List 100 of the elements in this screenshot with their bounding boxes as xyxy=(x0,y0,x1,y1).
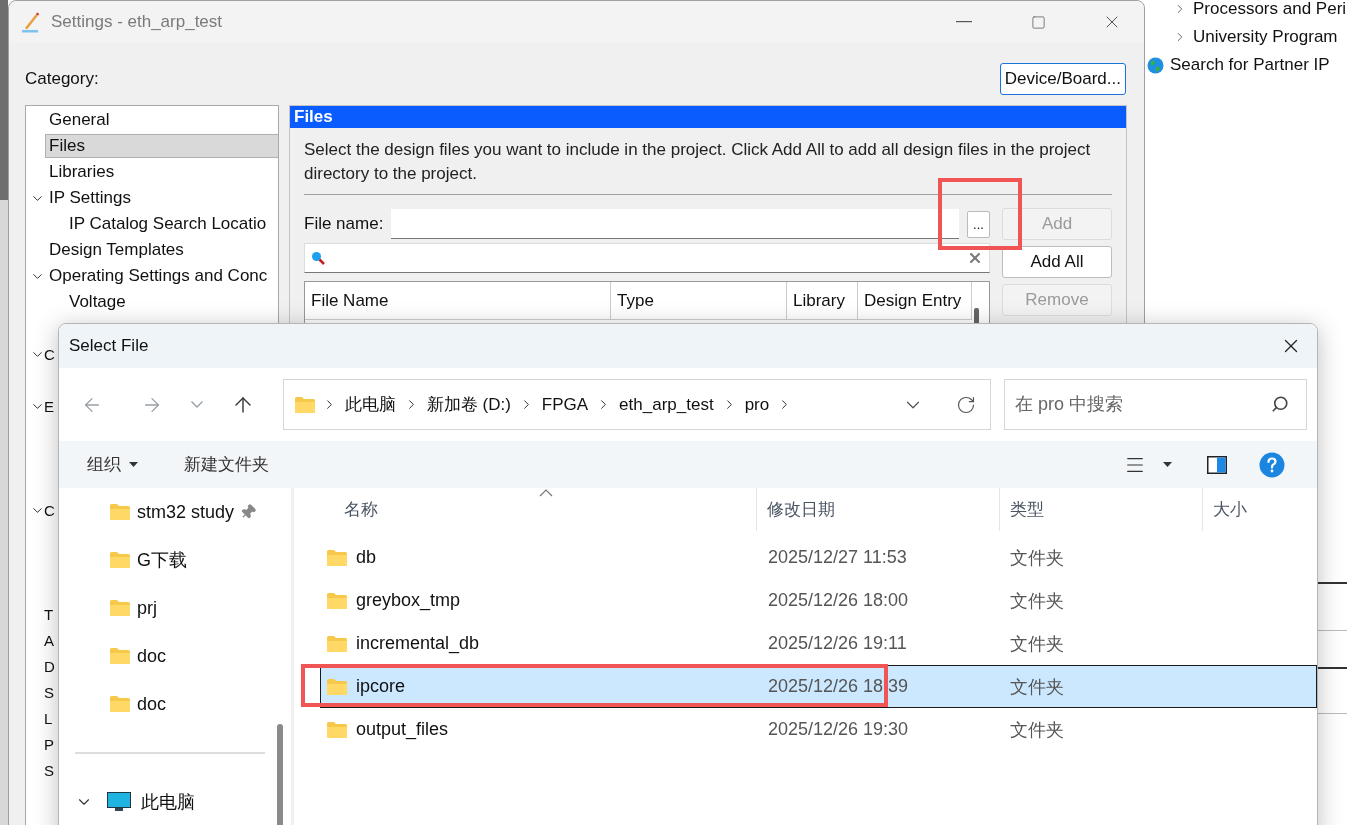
tree-item[interactable]: L xyxy=(44,709,53,727)
file-name: output_files xyxy=(356,719,449,740)
device-board-button[interactable]: Device/Board... xyxy=(999,62,1126,95)
new-folder-button[interactable]: 新建文件夹 xyxy=(176,444,277,485)
file-name: greybox_tmp xyxy=(356,590,461,611)
file-name-label: File name: xyxy=(304,214,384,234)
search-icon xyxy=(311,251,325,265)
breadcrumb-item[interactable]: eth_arp_test xyxy=(617,394,716,415)
column-header[interactable]: Design Entry xyxy=(858,282,972,320)
tree-item[interactable]: P xyxy=(44,735,54,753)
clear-icon[interactable] xyxy=(967,250,983,266)
breadcrumb-item[interactable]: pro xyxy=(742,394,772,415)
tree-item[interactable]: Voltage xyxy=(65,290,278,314)
dialog-title: Select File xyxy=(69,336,150,356)
file-type: 文件夹 xyxy=(1009,632,1065,656)
chevron-icon xyxy=(191,401,204,408)
folder-icon xyxy=(326,548,348,567)
file-name: ipcore xyxy=(356,676,406,697)
folder-icon xyxy=(293,395,316,414)
breadcrumb-item[interactable]: 新加卷 (D:) xyxy=(424,393,513,416)
folder-icon xyxy=(326,591,348,610)
tree-item[interactable]: E xyxy=(44,397,54,415)
window-title: Settings - eth_arp_test xyxy=(51,12,224,32)
folder-icon xyxy=(326,720,348,739)
tree-item[interactable]: S xyxy=(44,683,54,701)
maximize-icon xyxy=(1030,14,1046,30)
file-type: 文件夹 xyxy=(1009,546,1065,570)
file-row[interactable]: output_files 2025/12/26 19:30 文件夹 xyxy=(320,708,1317,751)
tree-item[interactable]: D xyxy=(44,657,55,675)
scrollbar-thumb[interactable] xyxy=(277,724,283,825)
modified-date: 2025/12/26 19:11 xyxy=(767,633,908,654)
modified-date: 2025/12/26 19:30 xyxy=(767,719,910,740)
tree-item[interactable]: C xyxy=(44,345,55,363)
file-type: 文件夹 xyxy=(1009,589,1065,613)
file-row[interactable]: greybox_tmp 2025/12/26 18:00 文件夹 xyxy=(320,579,1317,622)
file-type: 文件夹 xyxy=(1009,718,1065,742)
breadcrumb-item[interactable]: FPGA xyxy=(539,394,591,415)
sort-icon xyxy=(539,489,553,497)
minimize-icon xyxy=(956,21,972,23)
folder-icon xyxy=(109,551,131,569)
folder-icon xyxy=(326,677,348,696)
column-header[interactable]: 名称 xyxy=(320,488,757,531)
file-row[interactable]: incremental_db 2025/12/26 19:11 文件夹 xyxy=(320,622,1317,665)
column-header[interactable]: 修改日期 xyxy=(757,488,1000,531)
folder-icon xyxy=(326,634,348,653)
nav-item[interactable]: doc xyxy=(59,632,291,680)
nav-item[interactable]: 此电脑 xyxy=(59,778,291,825)
tree-item[interactable]: Operating Settings and Conc xyxy=(45,264,278,288)
column-header[interactable]: Library xyxy=(787,282,858,320)
file-row[interactable]: db 2025/12/27 11:53 文件夹 xyxy=(320,536,1317,579)
help-icon xyxy=(1259,451,1285,478)
organize-menu[interactable]: 组织 xyxy=(79,444,146,485)
monitor-icon xyxy=(107,792,131,812)
column-header[interactable]: 类型 xyxy=(1000,488,1203,531)
refresh-icon[interactable] xyxy=(956,394,976,415)
description-text: Select the design files you want to include in the project. Click Add All to add all design files in the project directory to the project. xyxy=(304,138,1112,195)
tree-item[interactable]: General xyxy=(45,108,278,132)
folder-icon xyxy=(109,599,131,617)
add-all-button[interactable]: Add All xyxy=(1002,246,1112,278)
file-name: db xyxy=(356,547,377,568)
nav-item[interactable]: prj xyxy=(59,584,291,632)
file-type: 文件夹 xyxy=(1009,675,1065,699)
breadcrumb-item[interactable]: 此电脑 xyxy=(342,393,398,416)
tree-item[interactable]: A xyxy=(44,631,54,649)
tree-item[interactable]: IP Settings xyxy=(45,186,278,210)
folder-icon xyxy=(109,503,131,521)
ip-catalog-item[interactable]: University Program xyxy=(1193,27,1338,47)
tree-item[interactable]: T xyxy=(44,605,54,623)
category-label: Category: xyxy=(25,68,99,89)
tree-item[interactable]: Libraries xyxy=(45,160,278,184)
caret-icon xyxy=(1162,462,1172,467)
tree-item[interactable]: C xyxy=(44,501,55,519)
folder-icon xyxy=(109,647,131,665)
filter-field[interactable] xyxy=(304,243,990,273)
search-icon xyxy=(1271,395,1289,413)
ip-catalog-item[interactable]: Search for Partner IP xyxy=(1170,55,1330,75)
section-header: Files xyxy=(290,106,1126,128)
tree-item[interactable]: S xyxy=(44,761,54,779)
tree-item[interactable]: IP Catalog Search Locatio xyxy=(65,212,278,236)
file-name-field[interactable] xyxy=(391,209,959,239)
file-name: incremental_db xyxy=(356,633,480,654)
pane-icon xyxy=(1207,455,1227,474)
tree-item[interactable]: Files xyxy=(45,134,278,158)
caret-icon xyxy=(129,462,138,467)
search-field[interactable]: 在 pro 中搜索 xyxy=(1004,379,1307,430)
nav-item[interactable]: doc xyxy=(59,680,291,728)
modified-date: 2025/12/26 18:00 xyxy=(767,590,910,611)
column-header[interactable]: File Name xyxy=(305,282,611,320)
folder-icon xyxy=(109,695,131,713)
globe-icon xyxy=(1147,56,1164,74)
nav-item[interactable]: stm32 study xyxy=(59,488,291,536)
browse-button[interactable]: ... xyxy=(967,210,990,238)
tree-item[interactable]: Design Templates xyxy=(45,238,278,262)
pencil-icon xyxy=(21,11,41,33)
nav-item[interactable]: G下载 xyxy=(59,536,291,584)
modified-date: 2025/12/27 11:53 xyxy=(767,547,908,568)
column-header[interactable]: 大小 xyxy=(1203,488,1317,531)
address-bar[interactable]: 此电脑 新加卷 (D:) FPGA eth_arp_test pro xyxy=(282,379,991,430)
column-header[interactable]: Type xyxy=(611,282,787,320)
ip-catalog-item[interactable]: Processors and Peri xyxy=(1193,0,1347,19)
